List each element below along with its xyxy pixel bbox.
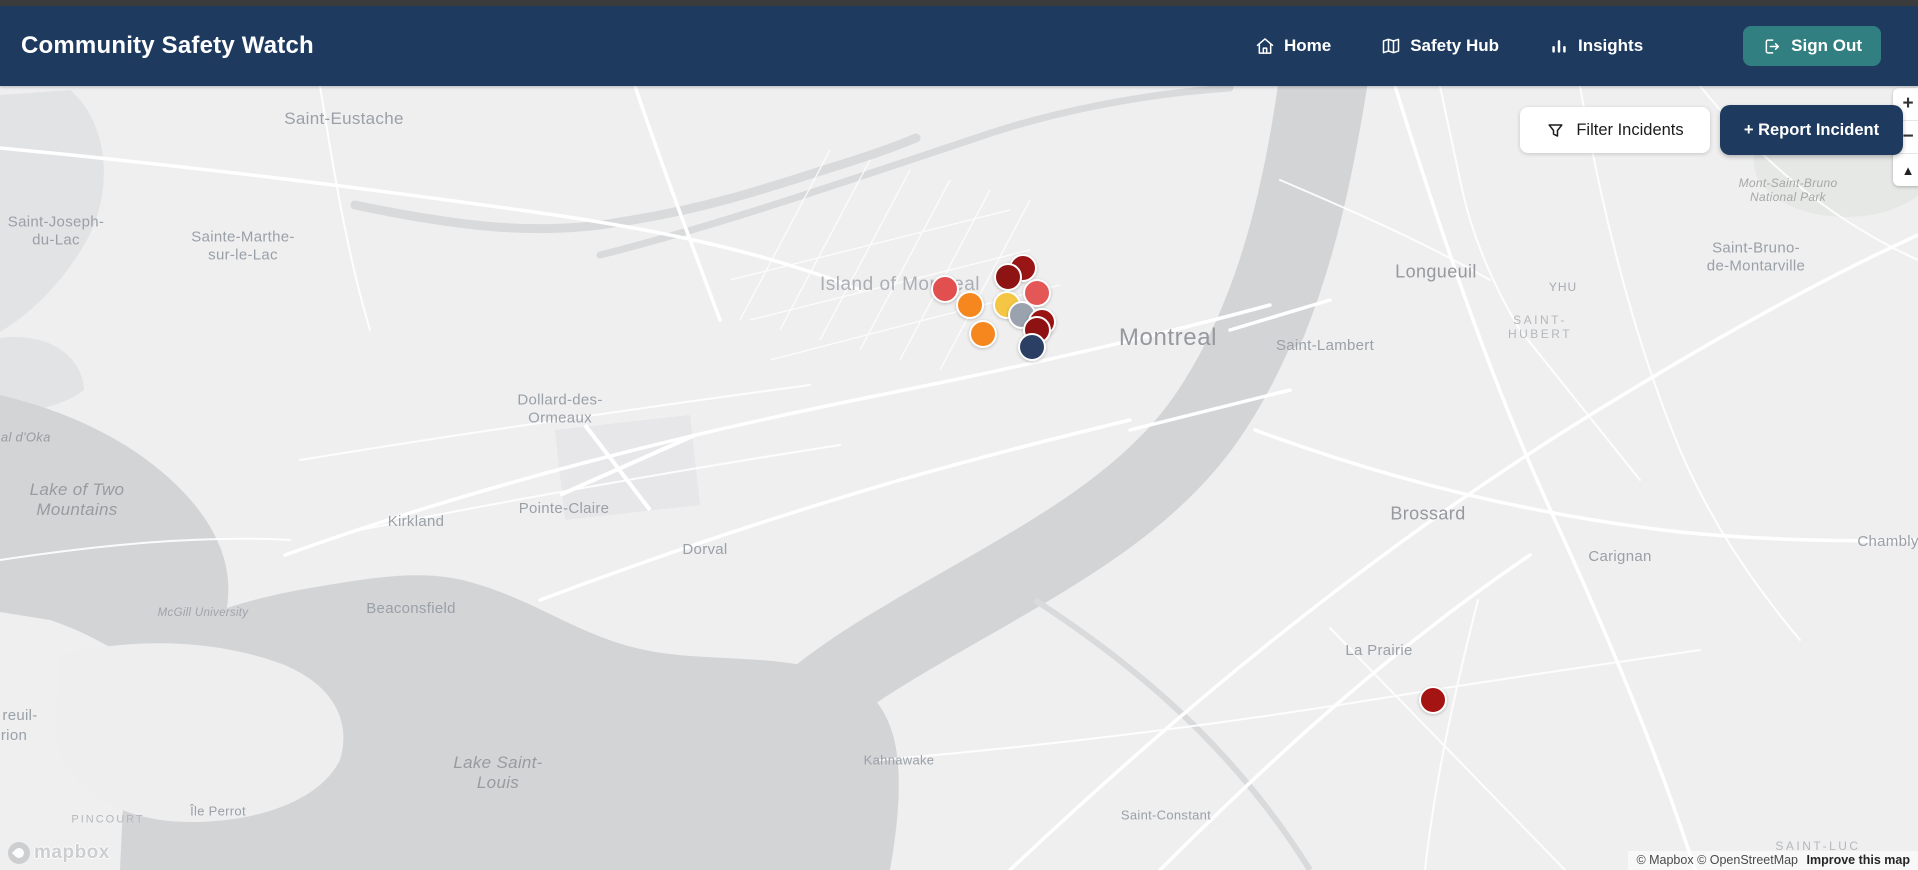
mapbox-logo-icon [8, 842, 30, 864]
mapbox-attribution-link[interactable]: © Mapbox [1636, 853, 1693, 867]
report-incident-label: + Report Incident [1743, 120, 1880, 139]
incident-marker[interactable] [1419, 686, 1447, 714]
filter-incidents-label: Filter Incidents [1576, 120, 1684, 139]
incident-marker[interactable] [931, 275, 959, 303]
improve-map-link[interactable]: Improve this map [1807, 853, 1911, 867]
filter-incidents-button[interactable]: Filter Incidents [1520, 107, 1710, 153]
report-incident-button[interactable]: + Report Incident [1720, 105, 1903, 155]
incident-marker[interactable] [994, 263, 1022, 291]
main-nav: Home Safety Hub Insights Sign Out [1255, 26, 1881, 66]
map-attribution: © Mapbox © OpenStreetMap Improve this ma… [1628, 851, 1918, 870]
compass-button[interactable]: ▲ [1893, 153, 1918, 186]
nav-item-insights[interactable]: Insights [1549, 36, 1643, 56]
map-canvas[interactable]: Saint-Eustache Saint-Joseph- du-Lac Sainte… [0, 0, 1918, 870]
map-icon [1381, 36, 1401, 56]
sign-out-button[interactable]: Sign Out [1743, 26, 1881, 66]
mapbox-logo[interactable]: mapbox [8, 842, 110, 864]
logout-icon [1762, 37, 1781, 56]
top-strip [0, 0, 1918, 6]
bar-chart-icon [1549, 36, 1569, 56]
nav-label-home: Home [1283, 36, 1332, 55]
incident-marker[interactable] [969, 320, 997, 348]
home-icon [1255, 36, 1275, 56]
osm-attribution-link[interactable]: © OpenStreetMap [1697, 853, 1798, 867]
nav-label-insights: Insights [1578, 36, 1644, 55]
nav-label-safety-hub: Safety Hub [1410, 36, 1499, 55]
app-header: Community Safety Watch Home Safety Hub I… [0, 6, 1918, 86]
funnel-icon [1546, 121, 1565, 140]
app-title: Community Safety Watch [21, 32, 314, 59]
nav-item-home[interactable]: Home [1255, 36, 1331, 56]
incident-marker[interactable] [956, 291, 984, 319]
incident-marker[interactable] [1018, 333, 1046, 361]
mapbox-logo-word: mapbox [34, 842, 110, 863]
sign-out-label: Sign Out [1791, 36, 1862, 55]
nav-item-safety-hub[interactable]: Safety Hub [1381, 36, 1499, 56]
